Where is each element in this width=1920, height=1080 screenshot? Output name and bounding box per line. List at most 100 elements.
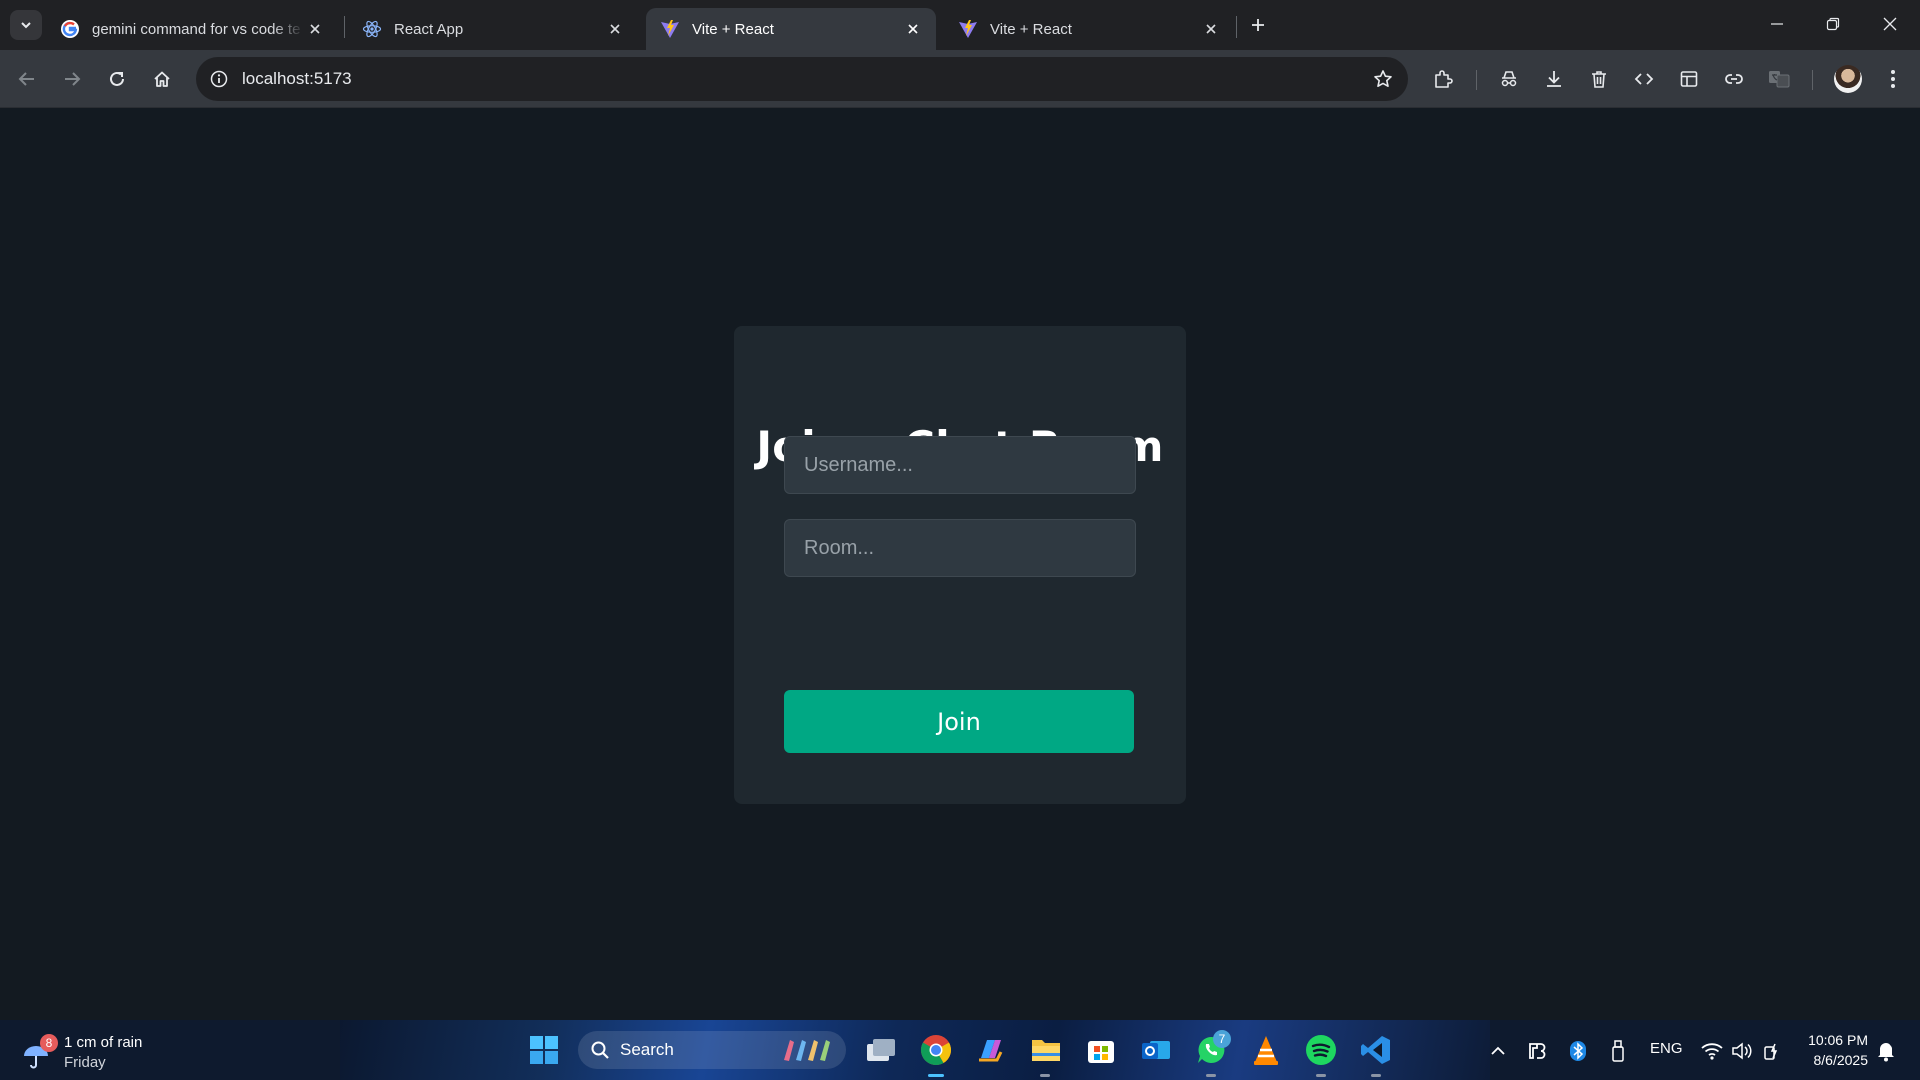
language-indicator[interactable]: ENG	[1650, 1040, 1683, 1057]
tab-vite-react-active[interactable]: Vite + React	[646, 8, 936, 50]
react-icon	[362, 19, 382, 39]
running-indicator	[1040, 1074, 1050, 1077]
join-button[interactable]: Join	[784, 690, 1134, 753]
trash-icon	[1589, 69, 1609, 89]
profile-avatar[interactable]	[1834, 65, 1862, 93]
vlc-icon	[1251, 1034, 1281, 1066]
bluetooth-icon	[1569, 1040, 1587, 1062]
taskbar-spotify[interactable]	[1301, 1030, 1341, 1070]
copilot-icon	[975, 1034, 1007, 1066]
taskbar-vscode[interactable]	[1356, 1030, 1396, 1070]
tray-battery[interactable]	[1760, 1038, 1784, 1064]
vscode-icon	[1360, 1034, 1392, 1066]
system-clock[interactable]: 10:06 PM 8/6/2025	[1796, 1030, 1868, 1070]
menu-button[interactable]	[1876, 62, 1910, 96]
minimize-icon	[1770, 17, 1784, 31]
page-viewport: Join a Chat Room Join	[0, 108, 1920, 1020]
tab-vite-react[interactable]: Vite + React	[944, 8, 1234, 50]
home-button[interactable]	[145, 62, 179, 96]
tray-usb[interactable]	[1606, 1038, 1630, 1064]
vite-icon	[958, 19, 978, 39]
url-text[interactable]: localhost:5173	[242, 69, 352, 89]
taskbar-outlook[interactable]	[1136, 1030, 1176, 1070]
search-label: Search	[620, 1040, 674, 1059]
chevron-down-icon	[19, 18, 33, 32]
more-vert-icon	[1890, 69, 1896, 89]
close-window-button[interactable]	[1862, 0, 1918, 48]
close-icon[interactable]	[604, 18, 626, 40]
task-view-button[interactable]	[861, 1030, 901, 1070]
minimize-button[interactable]	[1749, 0, 1805, 48]
copy-link-button[interactable]	[1717, 62, 1751, 96]
search-highlight-icon	[780, 1036, 836, 1064]
tab-search-button[interactable]	[10, 10, 42, 40]
start-button[interactable]	[524, 1030, 564, 1070]
tab-react-app[interactable]: React App	[348, 8, 638, 50]
site-info-icon[interactable]	[204, 64, 234, 94]
devtools-button[interactable]	[1627, 62, 1661, 96]
room-input[interactable]	[784, 519, 1136, 577]
bold-b-icon	[1528, 1041, 1548, 1061]
clock-date: 8/6/2025	[1813, 1052, 1869, 1068]
restore-icon	[1826, 17, 1840, 31]
search-icon	[590, 1040, 610, 1060]
reload-icon	[108, 70, 126, 88]
tab-gemini[interactable]: gemini command for vs code te	[46, 8, 338, 50]
incognito-icon	[1499, 69, 1519, 89]
taskbar-chrome[interactable]	[916, 1030, 956, 1070]
table-layout-icon	[1679, 69, 1699, 89]
translate-icon	[1768, 69, 1790, 89]
tray-wifi[interactable]	[1700, 1038, 1724, 1064]
folder-icon	[1030, 1036, 1062, 1064]
incognito-button[interactable]	[1492, 62, 1526, 96]
close-icon[interactable]	[304, 18, 326, 40]
notifications-button[interactable]	[1874, 1038, 1898, 1064]
store-icon	[1086, 1035, 1116, 1065]
tab-title: React App	[394, 20, 464, 38]
tab-divider	[1236, 16, 1237, 38]
delete-button[interactable]	[1582, 62, 1616, 96]
close-icon[interactable]	[1200, 18, 1222, 40]
vite-icon	[660, 19, 680, 39]
new-tab-button[interactable]	[1244, 12, 1272, 38]
notification-bell-icon	[1876, 1040, 1896, 1062]
extensions-button[interactable]	[1426, 62, 1460, 96]
restore-button[interactable]	[1805, 0, 1861, 48]
username-input[interactable]	[784, 436, 1136, 494]
show-hidden-icons-button[interactable]	[1486, 1038, 1510, 1064]
wifi-icon	[1701, 1042, 1723, 1060]
translate-button[interactable]	[1762, 62, 1796, 96]
link-icon	[1724, 69, 1744, 89]
back-button[interactable]	[10, 62, 44, 96]
running-indicator	[1371, 1074, 1381, 1077]
weather-summary: 1 cm of rain	[64, 1034, 143, 1051]
arrow-left-icon	[18, 70, 36, 88]
toolbar-divider	[1812, 70, 1813, 90]
taskbar-vlc[interactable]	[1246, 1030, 1286, 1070]
close-icon	[1883, 17, 1897, 31]
weather-day: Friday	[64, 1054, 106, 1071]
taskbar-file-explorer[interactable]	[1026, 1030, 1066, 1070]
tray-bluetooth[interactable]	[1566, 1038, 1590, 1064]
tab-title: gemini command for vs code te	[92, 20, 301, 38]
tab-divider	[344, 16, 345, 38]
tray-app-b[interactable]	[1526, 1038, 1550, 1064]
close-icon[interactable]	[902, 18, 924, 40]
clock-time: 10:06 PM	[1808, 1032, 1868, 1048]
tray-volume[interactable]	[1730, 1038, 1754, 1064]
bookmark-star-icon[interactable]	[1370, 66, 1396, 92]
address-bar[interactable]: localhost:5173	[196, 57, 1408, 101]
reload-button[interactable]	[100, 62, 134, 96]
taskbar-copilot[interactable]	[971, 1030, 1011, 1070]
join-card: Join a Chat Room Join	[734, 326, 1186, 804]
weather-widget[interactable]: 8 1 cm of rain Friday	[22, 1028, 162, 1072]
tab-strip: gemini command for vs code te React App	[0, 0, 1920, 50]
chrome-icon	[920, 1034, 952, 1066]
downloads-button[interactable]	[1537, 62, 1571, 96]
tab-title: Vite + React	[692, 20, 774, 38]
layout-button[interactable]	[1672, 62, 1706, 96]
taskbar-store[interactable]	[1081, 1030, 1121, 1070]
home-icon	[153, 70, 171, 88]
forward-button[interactable]	[55, 62, 89, 96]
taskbar-search[interactable]: Search	[578, 1031, 846, 1069]
